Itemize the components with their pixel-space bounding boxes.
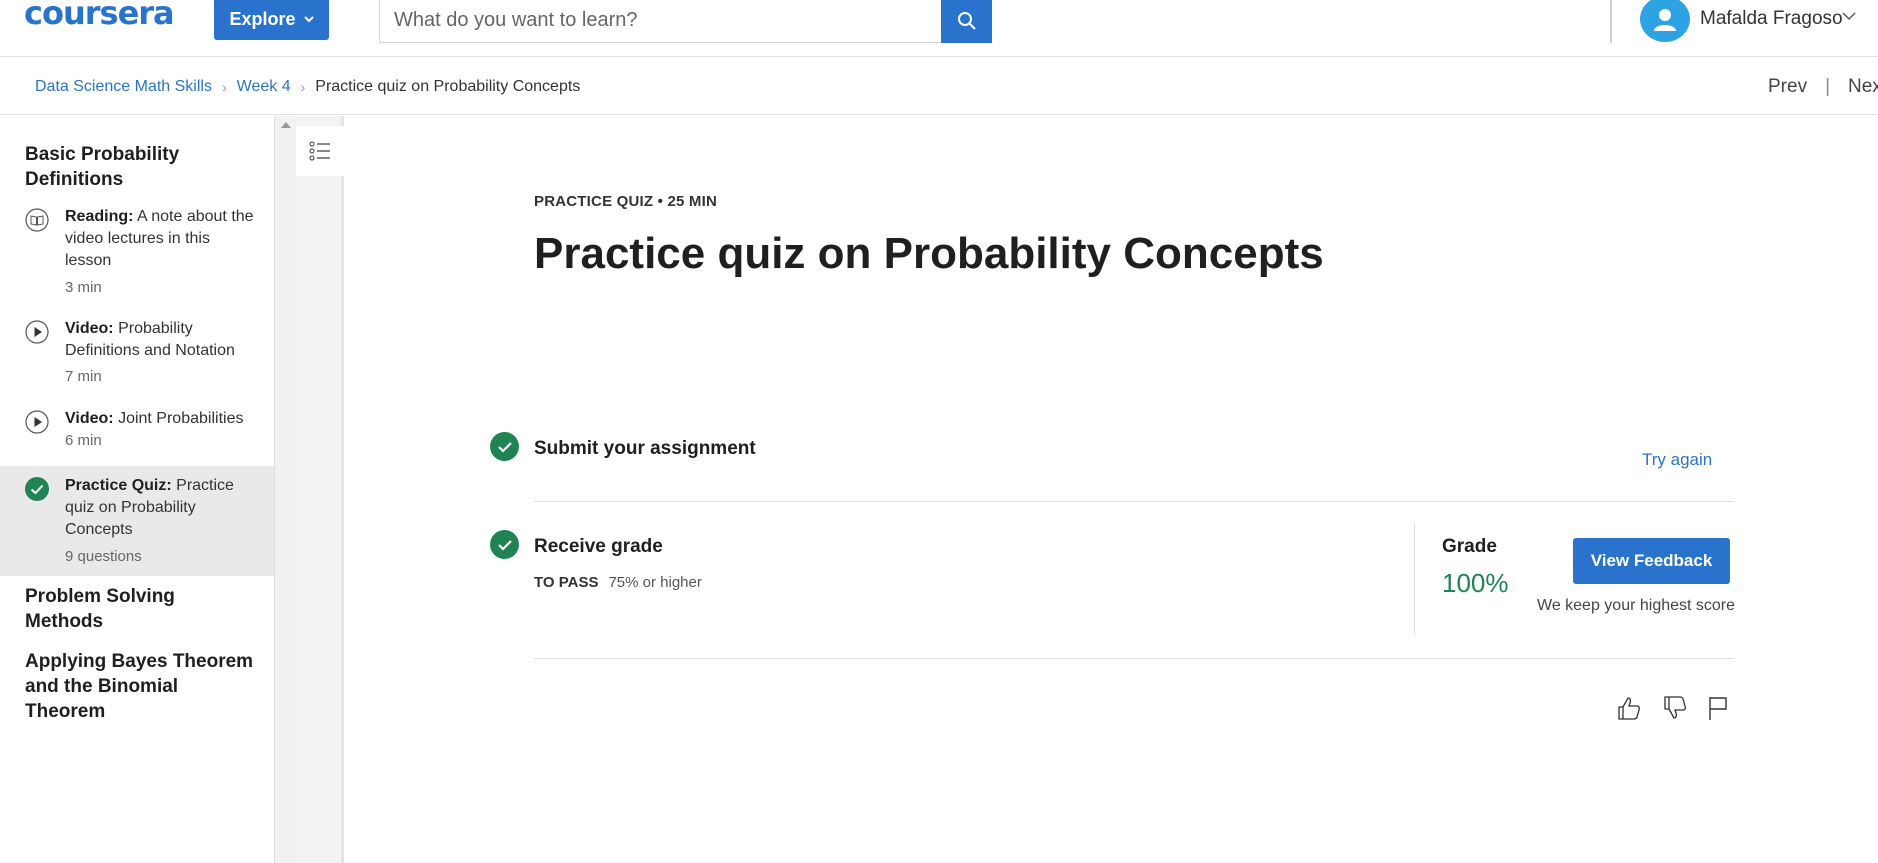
divider <box>534 658 1734 659</box>
try-again-link[interactable]: Try again <box>1642 450 1712 470</box>
check-circle-icon <box>25 477 49 501</box>
view-feedback-button[interactable]: View Feedback <box>1573 538 1730 584</box>
search-input[interactable]: What do you want to learn? <box>379 0 942 43</box>
divider <box>534 501 1734 502</box>
thumbs-down-icon[interactable] <box>1660 693 1690 723</box>
sidebar-item-label: Reading: A note about the video lectures… <box>65 208 254 269</box>
breadcrumb-course-link[interactable]: Data Science Math Skills <box>35 78 212 96</box>
vertical-divider <box>1414 523 1415 635</box>
chevron-right-icon: › <box>221 79 227 95</box>
module-title-bayes-binomial[interactable]: Applying Bayes Theorem and the Binomial … <box>25 649 255 724</box>
thumbs-up-icon[interactable] <box>1614 693 1644 723</box>
header-divider <box>1610 0 1612 43</box>
chevron-down-icon <box>303 16 314 23</box>
next-link[interactable]: Nex <box>1848 76 1878 98</box>
list-icon <box>309 141 330 161</box>
to-pass-label: TO PASS <box>534 574 599 591</box>
explore-label: Explore <box>229 8 296 29</box>
course-sidebar: Basic Probability Definitions Reading: A… <box>0 116 274 863</box>
top-navigation-bar: coursera Explore What do you want to lea… <box>0 0 1878 57</box>
module-title-problem-solving[interactable]: Problem Solving Methods <box>25 584 255 634</box>
book-icon <box>25 208 49 232</box>
flag-icon[interactable] <box>1703 693 1733 723</box>
prev-link[interactable]: Prev <box>1768 76 1807 98</box>
receive-grade-label: Receive grade <box>534 536 663 557</box>
coursera-logo[interactable]: coursera <box>24 0 175 32</box>
submit-assignment-label: Submit your assignment <box>534 438 756 459</box>
search-icon <box>957 11 976 30</box>
sidebar-item-practice-quiz[interactable]: Practice Quiz: Practice quiz on Probabil… <box>0 466 274 576</box>
chevron-down-icon[interactable] <box>1842 12 1856 21</box>
play-icon <box>25 320 49 344</box>
breadcrumb-week-link[interactable]: Week 4 <box>237 78 291 96</box>
sidebar-item-meta: 6 min <box>65 432 102 449</box>
check-circle-icon <box>490 432 519 461</box>
breadcrumb: Data Science Math Skills › Week 4 › Prac… <box>35 78 580 96</box>
sidebar-item-meta: 7 min <box>65 368 102 385</box>
user-name[interactable]: Mafalda Fragoso <box>1700 8 1843 30</box>
breadcrumb-current: Practice quiz on Probability Concepts <box>315 78 581 95</box>
sidebar-item-label: Video: Joint Probabilities <box>65 410 244 427</box>
check-circle-icon <box>490 530 519 559</box>
sidebar-item-meta: 9 questions <box>65 548 142 565</box>
chevron-right-icon: › <box>300 79 306 95</box>
nav-separator: | <box>1825 76 1831 97</box>
sidebar-item-reading[interactable]: Reading: A note about the video lectures… <box>0 206 274 306</box>
breadcrumb-bar: Data Science Math Skills › Week 4 › Prac… <box>0 57 1878 115</box>
toggle-outline-button[interactable] <box>296 126 344 176</box>
module-title-basic-probability[interactable]: Basic Probability Definitions <box>25 142 255 192</box>
highest-score-note: We keep your highest score <box>1537 597 1736 614</box>
pass-requirement: TO PASS 75% or higher <box>534 574 702 591</box>
grade-value: 100% <box>1442 568 1509 598</box>
play-icon <box>25 410 49 434</box>
user-icon <box>1654 9 1676 31</box>
prev-next-nav: Prev | Nex <box>1768 76 1878 98</box>
sidebar-scrollbar[interactable] <box>274 116 296 863</box>
sidebar-item-label: Practice Quiz: Practice quiz on Probabil… <box>65 477 234 538</box>
to-pass-value: 75% or higher <box>608 574 702 591</box>
sidebar-item-video-joint[interactable]: Video: Joint Probabilities 6 min <box>0 408 274 468</box>
search-button[interactable] <box>941 0 992 43</box>
sidebar-item-video-definitions[interactable]: Video: Probability Definitions and Notat… <box>0 318 274 398</box>
sidebar-item-label: Video: Probability Definitions and Notat… <box>65 320 235 359</box>
sidebar-toggle-strip <box>296 116 344 863</box>
avatar[interactable] <box>1640 0 1690 42</box>
sidebar-item-meta: 3 min <box>65 279 102 296</box>
explore-button[interactable]: Explore <box>214 0 329 40</box>
grade-label: Grade <box>1442 536 1497 557</box>
scroll-up-arrow-icon[interactable] <box>281 122 291 128</box>
item-kicker: PRACTICE QUIZ • 25 MIN <box>534 193 718 210</box>
page-title: Practice quiz on Probability Concepts <box>534 229 1324 278</box>
